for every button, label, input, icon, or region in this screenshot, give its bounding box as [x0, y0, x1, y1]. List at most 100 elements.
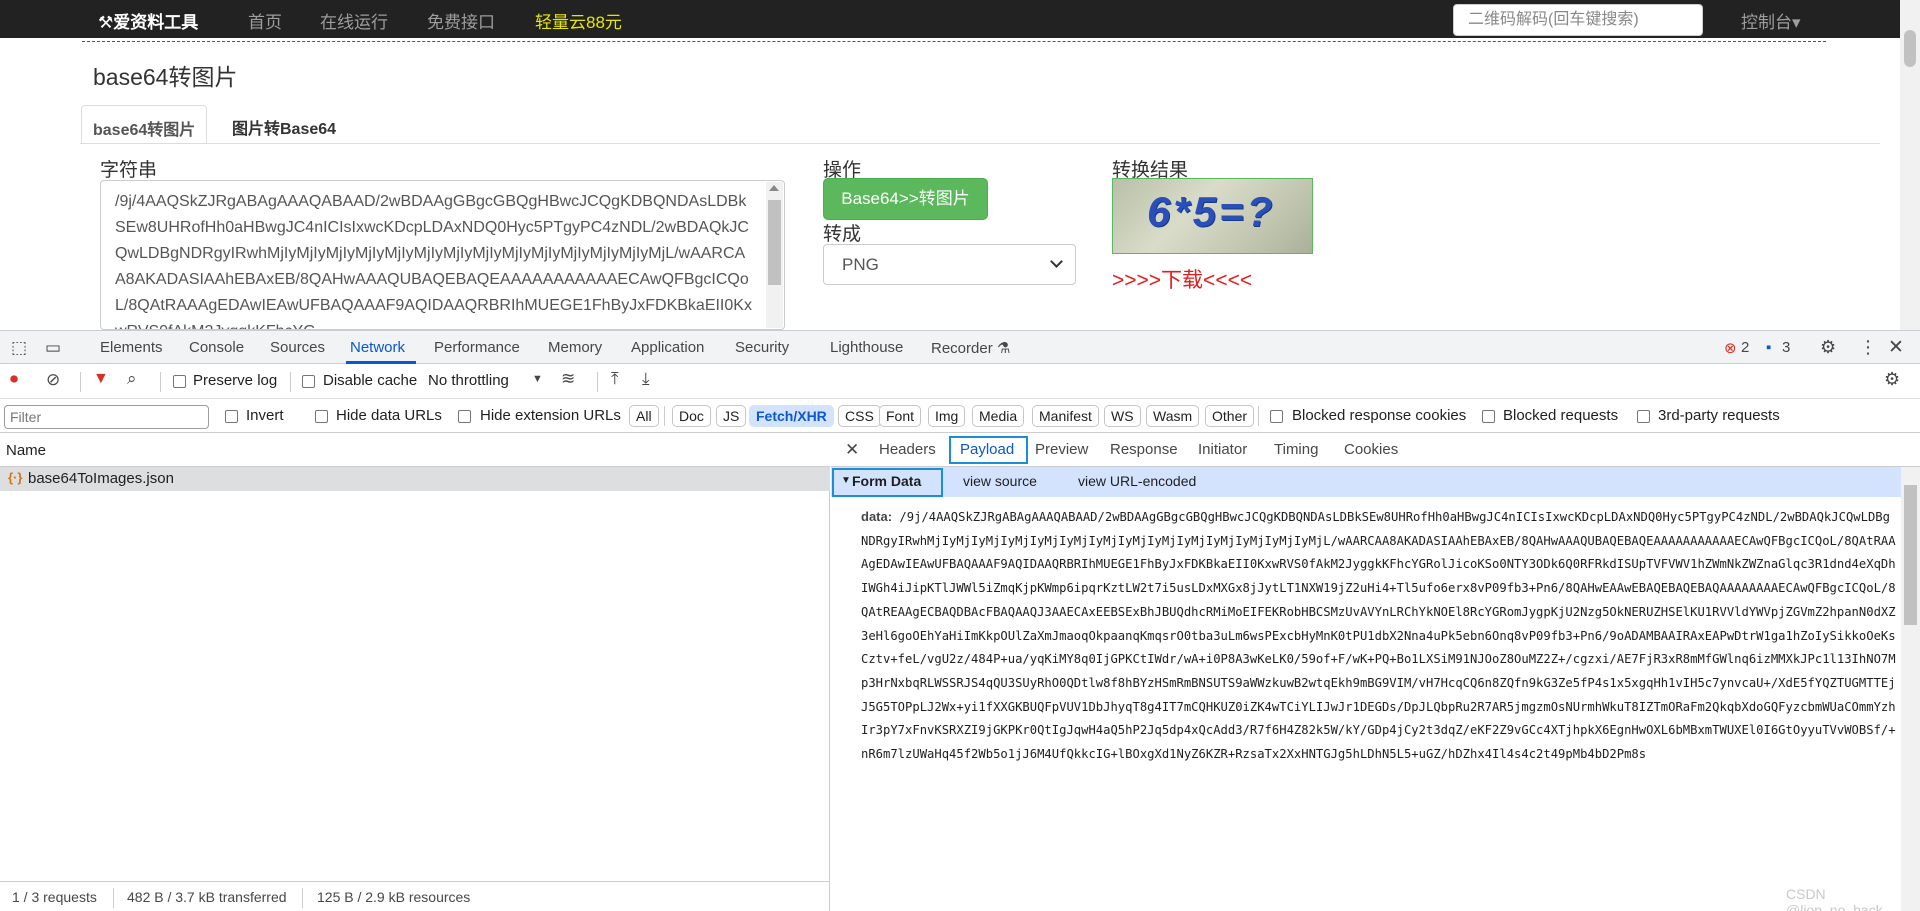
download-link[interactable]: >>>>下载<<<< [1112, 264, 1252, 294]
devtools-tabbar: ⬚ ▭ Elements Console Sources Network Per… [0, 331, 1920, 364]
settings-gear-icon[interactable]: ⚙ [1820, 337, 1836, 358]
view-url-encoded-link[interactable]: view URL-encoded [1078, 473, 1196, 489]
hide-data-urls-label[interactable]: Hide data URLs [336, 407, 442, 424]
export-har-icon[interactable]: ⤓ [642, 369, 650, 389]
request-row[interactable]: {·} base64ToImages.json [0, 467, 830, 491]
filter-chip-media[interactable]: Media [972, 405, 1025, 427]
hide-data-urls-checkbox[interactable] [315, 410, 328, 423]
devtools-tab-console[interactable]: Console [189, 339, 244, 356]
form-data-key: data: [861, 509, 893, 524]
devtools-tab-sources[interactable]: Sources [270, 339, 325, 356]
devtools-tab-recorder[interactable]: Recorder ⚗ [931, 339, 1010, 357]
invert-label[interactable]: Invert [246, 407, 284, 424]
error-icon[interactable]: ⊗ [1724, 339, 1737, 357]
request-name[interactable]: base64ToImages.json [28, 470, 174, 487]
record-stop-icon[interactable]: ⏺ [10, 371, 18, 389]
network-filter-input[interactable] [4, 405, 209, 429]
detail-scroll-thumb[interactable] [1904, 485, 1917, 625]
detail-tab-headers[interactable]: Headers [879, 441, 936, 458]
form-data-highlight [832, 468, 943, 497]
qr-search-input[interactable] [1453, 4, 1703, 36]
page-scroll-thumb[interactable] [1904, 30, 1916, 67]
tab-base64-to-image[interactable]: base64转图片 [81, 105, 208, 144]
filter-chip-js[interactable]: JS [716, 405, 747, 427]
tab-image-to-base64[interactable]: 图片转Base64 [221, 105, 347, 144]
invert-checkbox[interactable] [225, 410, 238, 423]
json-file-icon: {·} [8, 470, 23, 485]
filter-funnel-icon[interactable]: ▼ [93, 370, 109, 388]
detail-tab-response[interactable]: Response [1110, 441, 1178, 458]
throttling-select[interactable]: No throttling [428, 372, 509, 389]
network-conditions-icon[interactable]: ≋ [561, 369, 575, 389]
devtools-tab-memory[interactable]: Memory [548, 339, 602, 356]
import-har-icon[interactable]: ⤒ [611, 369, 619, 389]
string-label: 字符串 [100, 160, 158, 181]
devtools-tab-elements[interactable]: Elements [100, 339, 163, 356]
nav-promo-cloud[interactable]: 轻量云88元 [535, 8, 622, 33]
nav-online-run[interactable]: 在线运行 [320, 8, 388, 33]
detail-tab-cookies[interactable]: Cookies [1344, 441, 1398, 458]
third-party-checkbox[interactable] [1637, 410, 1650, 423]
filter-chip-fetch-xhr[interactable]: Fetch/XHR [749, 405, 834, 427]
form-data-section-header[interactable]: ▼ Form Data view source view URL-encoded [831, 467, 1901, 497]
filter-chip-other[interactable]: Other [1205, 405, 1255, 427]
format-label: 转成 [823, 224, 862, 245]
devtools-tab-performance[interactable]: Performance [434, 339, 520, 356]
preserve-log-label[interactable]: Preserve log [193, 372, 277, 389]
devtools-tab-application[interactable]: Application [631, 339, 704, 356]
filter-chip-font[interactable]: Font [879, 405, 922, 427]
name-column-header[interactable]: Name [6, 442, 46, 459]
inspect-element-icon[interactable]: ⬚ [11, 338, 27, 358]
hide-extension-urls-checkbox[interactable] [458, 410, 471, 423]
filter-chip-wasm[interactable]: Wasm [1146, 405, 1200, 427]
close-devtools-icon[interactable]: ✕ [1888, 336, 1904, 359]
filter-chip-css[interactable]: CSS [838, 405, 881, 427]
message-icon[interactable]: ▪ [1766, 339, 1771, 356]
format-select[interactable]: PNG [823, 244, 1076, 285]
search-icon[interactable]: ⌕ [127, 369, 137, 389]
blocked-requests-checkbox[interactable] [1482, 410, 1495, 423]
detail-tab-timing[interactable]: Timing [1274, 441, 1318, 458]
base64-textarea[interactable]: /9j/4AAQSkZJRgABAgAAAQABAAD/2wBDAAgGBgcG… [100, 180, 785, 330]
view-source-link[interactable]: view source [963, 473, 1037, 489]
filter-chip-img[interactable]: Img [928, 405, 966, 427]
devtools-tab-security[interactable]: Security [735, 339, 789, 356]
preserve-log-checkbox[interactable] [173, 375, 186, 388]
textarea-scroll-thumb[interactable] [768, 200, 781, 285]
third-party-label[interactable]: 3rd-party requests [1658, 407, 1780, 424]
console-menu[interactable]: 控制台▾ [1741, 8, 1801, 33]
convert-button[interactable]: Base64>>转图片 [823, 178, 988, 220]
close-detail-icon[interactable]: ✕ [845, 440, 859, 460]
throttling-dropdown-icon[interactable]: ▼ [532, 373, 543, 385]
device-toolbar-icon[interactable]: ▭ [45, 338, 61, 358]
scroll-up-arrow-icon[interactable] [769, 185, 779, 191]
detail-tab-preview[interactable]: Preview [1035, 441, 1088, 458]
filter-chip-manifest[interactable]: Manifest [1032, 405, 1099, 427]
disable-cache-label[interactable]: Disable cache [323, 372, 417, 389]
header-divider [82, 41, 1826, 42]
filter-chip-all[interactable]: All [629, 405, 659, 427]
clear-icon[interactable]: ⊘ [46, 370, 60, 390]
filter-chip-doc[interactable]: Doc [672, 405, 711, 427]
devtools-tab-network[interactable]: Network [350, 339, 405, 356]
nav-free-api[interactable]: 免费接口 [427, 8, 495, 33]
blocked-requests-label[interactable]: Blocked requests [1503, 407, 1618, 424]
csdn-watermark: CSDN @lion_no_back [1786, 886, 1883, 911]
blocked-cookies-checkbox[interactable] [1270, 410, 1283, 423]
detail-tab-initiator[interactable]: Initiator [1198, 441, 1247, 458]
blocked-cookies-label[interactable]: Blocked response cookies [1292, 407, 1466, 424]
error-count[interactable]: 2 [1741, 339, 1749, 356]
nav-home[interactable]: 首页 [248, 8, 282, 33]
devtools-tab-lighthouse[interactable]: Lighthouse [830, 339, 903, 356]
filter-chip-ws[interactable]: WS [1104, 405, 1141, 427]
request-count: 1 / 3 requests [12, 889, 97, 905]
network-settings-gear-icon[interactable]: ⚙ [1884, 369, 1900, 390]
disable-cache-checkbox[interactable] [302, 375, 315, 388]
hide-extension-urls-label[interactable]: Hide extension URLs [480, 407, 621, 424]
message-count[interactable]: 3 [1782, 339, 1790, 356]
toolbar-separator [80, 372, 81, 392]
captcha-text: 6*5=? [1147, 188, 1276, 235]
site-logo[interactable]: ⚒爱资料工具 [98, 8, 198, 33]
toolbar-separator [290, 372, 291, 392]
more-options-icon[interactable]: ⋮ [1859, 337, 1877, 358]
